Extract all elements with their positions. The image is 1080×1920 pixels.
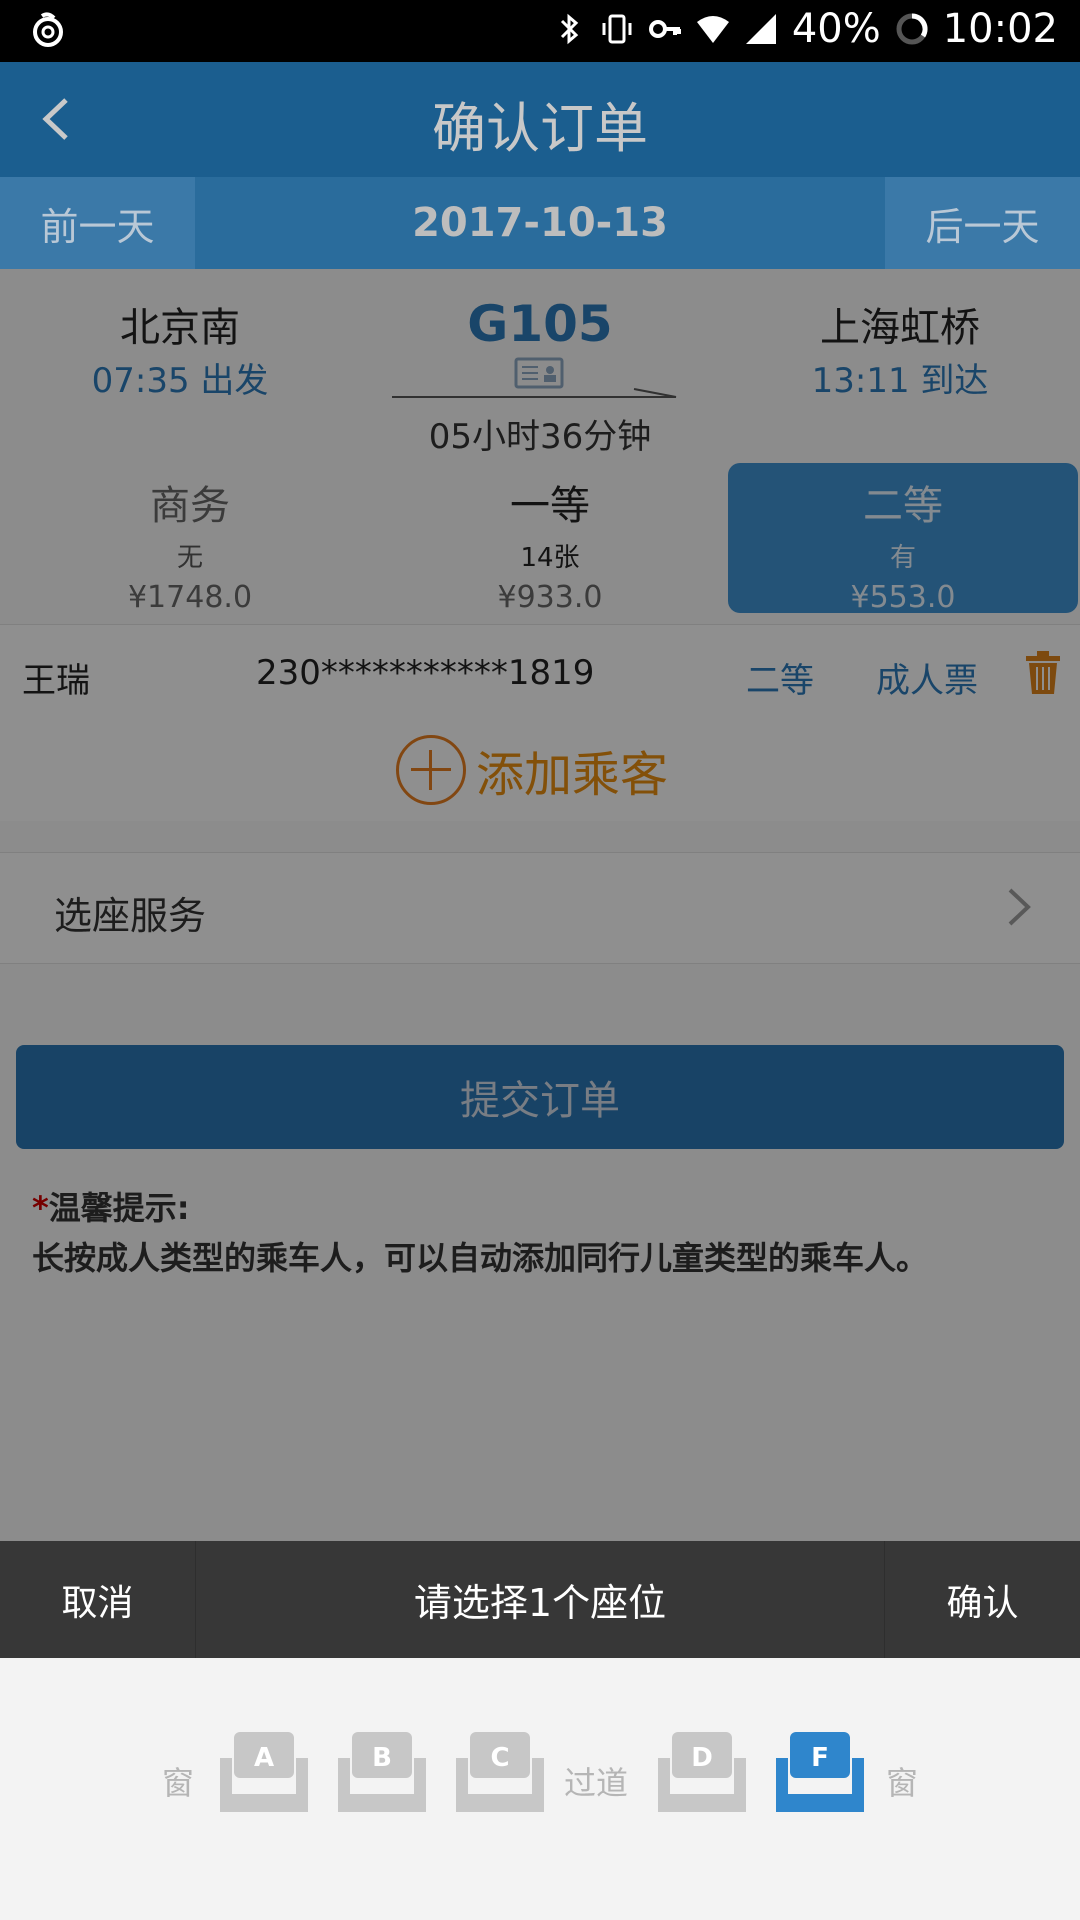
seat-a-icon[interactable]: A: [218, 1730, 310, 1814]
battery-percent: 40%: [791, 6, 881, 52]
wifi-icon: [696, 16, 729, 43]
clock: 10:02: [942, 6, 1058, 52]
vpn-key-icon: [648, 20, 681, 38]
app-notification-icon: [33, 12, 63, 47]
seat-picker-header: 取消 请选择1个座位 确认: [0, 1541, 1080, 1658]
seat-a-letter: A: [254, 1743, 274, 1773]
aisle-label: 过道: [564, 1764, 629, 1802]
bluetooth-icon: [560, 13, 579, 45]
cell-signal-icon: [745, 14, 776, 44]
vibrate-icon: [602, 14, 632, 44]
seat-c-letter: C: [490, 1743, 509, 1773]
page-title: 确认订单: [432, 97, 648, 160]
seat-picker: 窗 A B C 过道 D F 窗: [0, 1658, 1080, 1920]
cancel-button[interactable]: 取消: [0, 1541, 196, 1658]
seat-picker-prompt: 请选择1个座位: [413, 1581, 667, 1625]
seat-f-icon[interactable]: F: [774, 1730, 866, 1814]
window-label-left: 窗: [162, 1764, 195, 1802]
seat-d-icon[interactable]: D: [656, 1730, 748, 1814]
seat-f-letter: F: [811, 1743, 829, 1773]
seat-c-icon[interactable]: C: [454, 1730, 546, 1814]
battery-ring-icon: [896, 13, 928, 45]
previous-day-button[interactable]: 前一天: [0, 177, 195, 269]
next-day-button[interactable]: 后一天: [885, 177, 1080, 269]
seat-b-letter: B: [372, 1743, 392, 1773]
seat-d-letter: D: [691, 1743, 713, 1773]
date-bar: 前一天 2017-10-13 后一天: [0, 177, 1080, 269]
seat-b-icon[interactable]: B: [336, 1730, 428, 1814]
status-bar: 40% 10:02: [0, 0, 1080, 62]
travel-date: 2017-10-13: [412, 200, 668, 246]
window-label-right: 窗: [886, 1764, 919, 1802]
app-header: 确认订单: [0, 62, 1080, 177]
modal-dim-overlay[interactable]: [0, 269, 1080, 1541]
confirm-button[interactable]: 确认: [884, 1541, 1080, 1658]
